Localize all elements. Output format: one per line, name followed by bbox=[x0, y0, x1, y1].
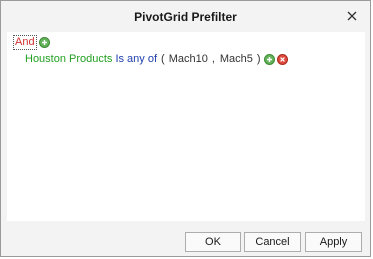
dialog-title: PivotGrid Prefilter bbox=[134, 10, 237, 24]
ok-button[interactable]: OK bbox=[185, 232, 241, 252]
remove-condition-button[interactable] bbox=[276, 53, 288, 65]
add-value-button[interactable] bbox=[263, 53, 275, 65]
open-paren: ( bbox=[161, 53, 165, 65]
filter-group-row: And bbox=[13, 35, 50, 50]
apply-button[interactable]: Apply bbox=[305, 232, 362, 252]
close-button[interactable] bbox=[342, 7, 362, 27]
filter-editor-area[interactable]: And Houston Products Is any of ( Mach10 … bbox=[7, 32, 365, 221]
condition-value[interactable]: Mach10 bbox=[169, 53, 208, 65]
condition-field[interactable]: Houston Products bbox=[25, 53, 112, 65]
title-bar: PivotGrid Prefilter bbox=[1, 1, 370, 33]
x-circle-icon bbox=[279, 56, 285, 62]
close-paren: ) bbox=[256, 53, 261, 65]
close-icon bbox=[347, 8, 357, 26]
condition-value[interactable]: Mach5 bbox=[220, 53, 253, 65]
prefilter-dialog: PivotGrid Prefilter And Houston Products… bbox=[0, 0, 371, 257]
dialog-footer: OK Cancel Apply bbox=[1, 226, 370, 256]
plus-circle-icon bbox=[266, 56, 272, 62]
add-condition-button[interactable] bbox=[38, 37, 50, 48]
condition-operator[interactable]: Is any of bbox=[115, 53, 157, 65]
value-separator: , bbox=[211, 53, 215, 65]
group-operator[interactable]: And bbox=[13, 35, 37, 50]
filter-condition-row: Houston Products Is any of ( Mach10 , Ma… bbox=[25, 53, 288, 65]
plus-circle-icon bbox=[41, 40, 47, 45]
cancel-button[interactable]: Cancel bbox=[244, 232, 301, 252]
